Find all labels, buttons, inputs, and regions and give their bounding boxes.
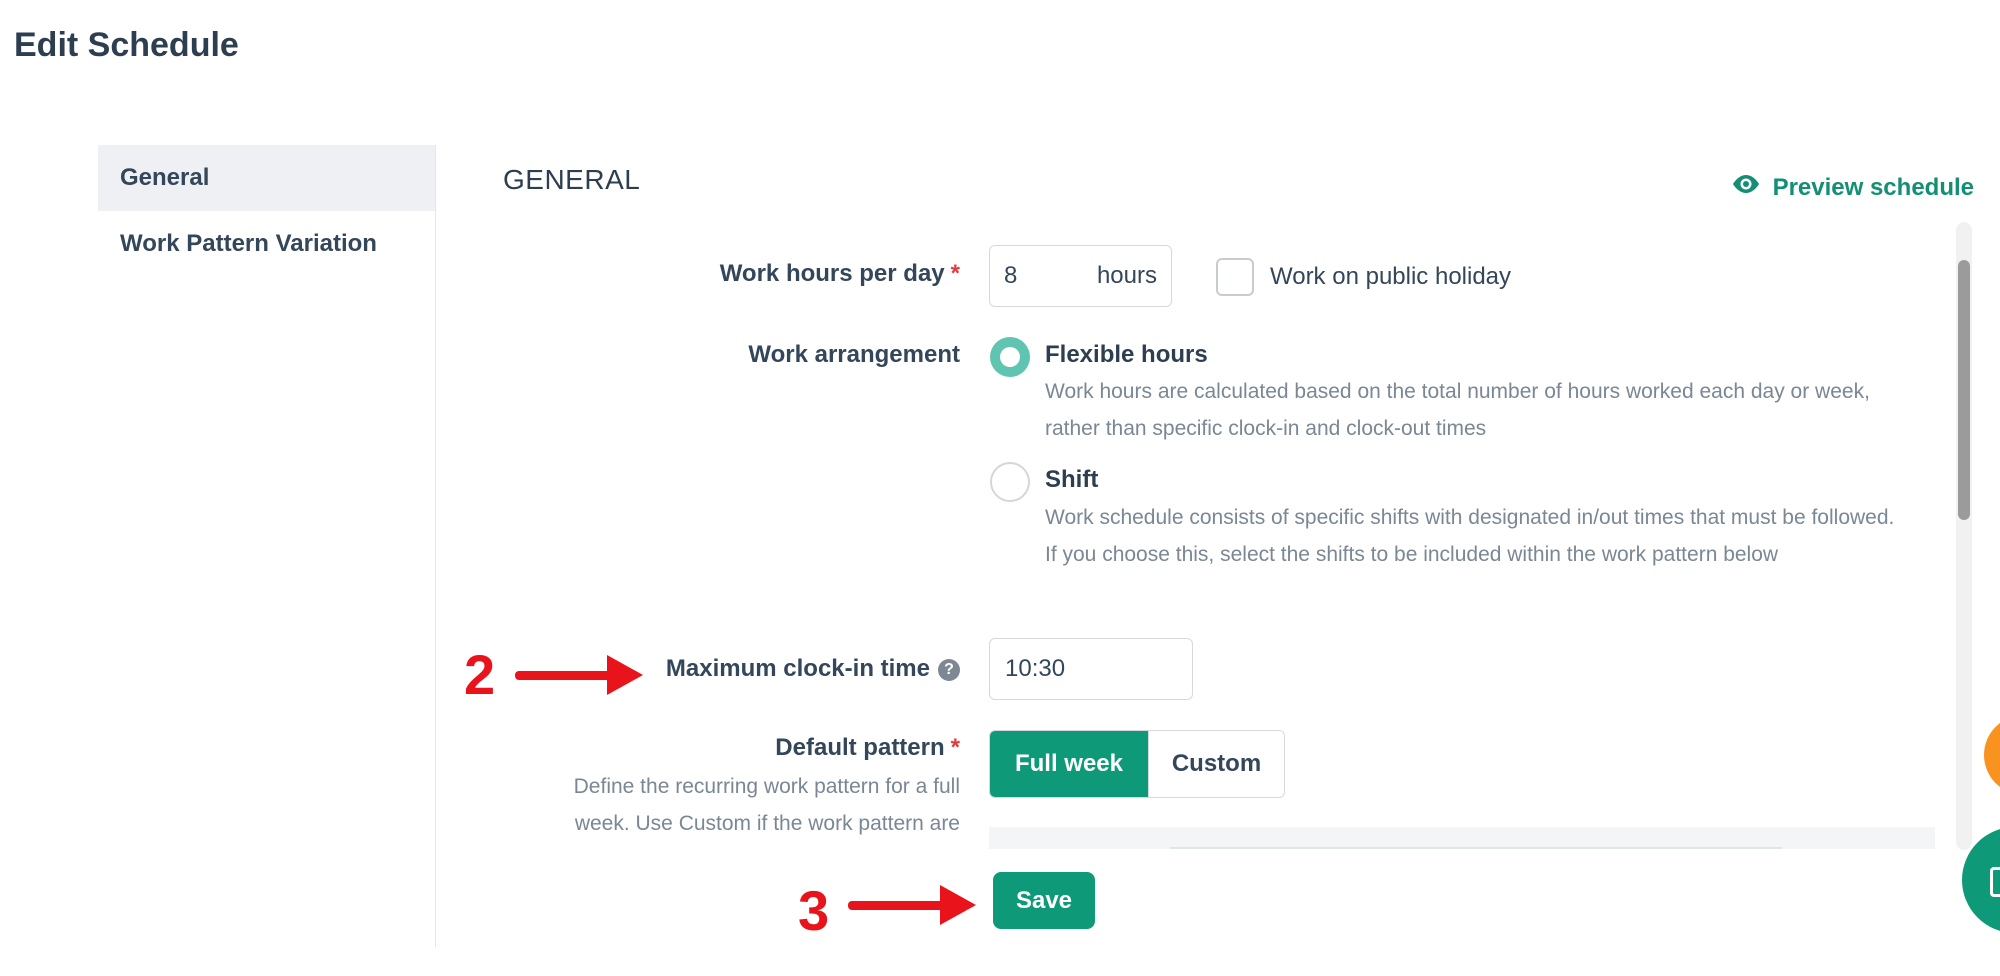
required-mark: *: [950, 734, 960, 761]
shift-title: Shift: [1045, 466, 1099, 493]
page-title: Edit Schedule: [14, 26, 239, 64]
sidebar-item-label: Work Pattern Variation: [120, 230, 377, 257]
save-button[interactable]: Save: [993, 872, 1095, 929]
sidebar-item-label: General: [120, 164, 210, 191]
default-pattern-description: Define the recurring work pattern for a …: [573, 775, 960, 835]
eye-icon: [1731, 173, 1761, 202]
section-title: GENERAL: [503, 164, 641, 195]
radio-flexible-hours[interactable]: [990, 337, 1030, 377]
work-hours-value: 8: [1004, 262, 1018, 289]
sidebar-item-general[interactable]: General: [98, 145, 435, 211]
max-clock-in-label: Maximum clock-in time?: [666, 655, 960, 683]
flexible-hours-title: Flexible hours: [1045, 341, 1208, 368]
shift-description: Work schedule consists of specific shift…: [1045, 506, 1895, 566]
full-week-button[interactable]: Full week: [990, 731, 1148, 797]
radio-shift[interactable]: [990, 462, 1030, 502]
max-clock-in-value: 10:30: [1005, 655, 1066, 682]
public-holiday-label: Work on public holiday: [1270, 263, 1512, 290]
public-holiday-checkbox[interactable]: [1216, 258, 1254, 296]
max-clock-in-input[interactable]: 10:30: [989, 638, 1193, 700]
pattern-table-header: [989, 827, 1935, 849]
custom-button[interactable]: Custom: [1148, 731, 1284, 797]
sidebar: General Work Pattern Variation: [98, 145, 436, 947]
preview-schedule-link[interactable]: Preview schedule: [1731, 173, 1974, 202]
sidebar-item-work-pattern-variation[interactable]: Work Pattern Variation: [98, 211, 435, 277]
public-holiday-toggle[interactable]: Work on public holiday: [1216, 258, 1511, 296]
divider: [1170, 847, 1782, 849]
default-pattern-label: Default pattern *: [775, 734, 960, 761]
default-pattern-toggle: Full week Custom: [989, 730, 1285, 798]
annotation-arrow-2: [515, 655, 643, 695]
help-icon[interactable]: ?: [938, 659, 960, 681]
annotation-step-3: 3: [798, 879, 830, 942]
scrollbar-thumb[interactable]: [1958, 260, 1970, 520]
work-hours-input[interactable]: 8 hours: [989, 245, 1172, 307]
annotation-step-2: 2: [464, 643, 496, 706]
flexible-hours-description: Work hours are calculated based on the t…: [1045, 380, 1870, 440]
preview-schedule-label: Preview schedule: [1772, 173, 1974, 201]
required-mark: *: [950, 260, 960, 287]
work-hours-unit: hours: [1096, 262, 1157, 289]
work-hours-label: Work hours per day *: [719, 260, 960, 287]
annotation-arrow-3: [848, 885, 976, 925]
work-arrangement-label: Work arrangement: [748, 341, 960, 368]
floating-help-button[interactable]: [1984, 715, 2000, 795]
